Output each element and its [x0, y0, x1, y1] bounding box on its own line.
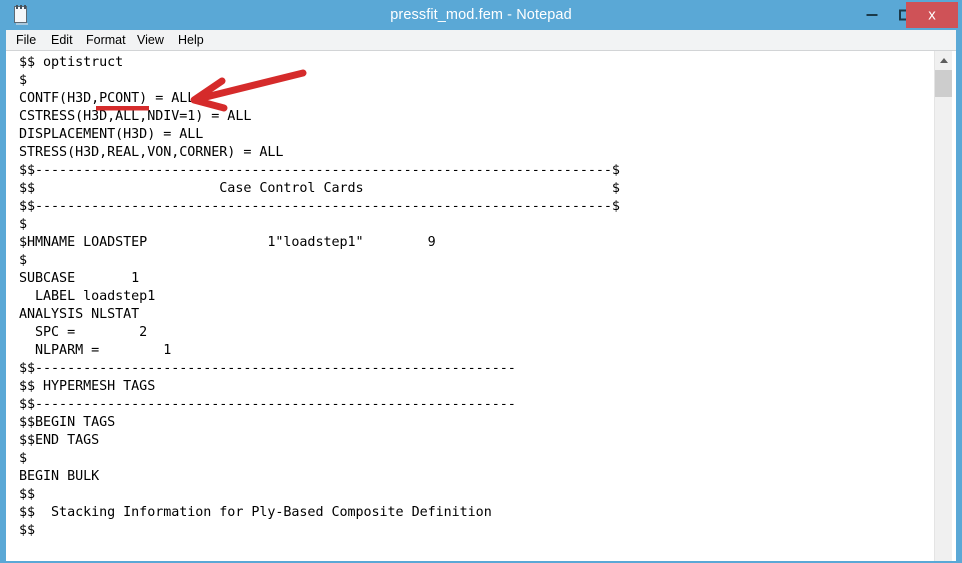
window-title: pressfit_mod.fem - Notepad [390, 7, 572, 23]
title-bar: pressfit_mod.fem - Notepad x [0, 0, 962, 30]
close-button[interactable]: x [906, 2, 958, 28]
menu-item-view[interactable]: View [137, 32, 164, 49]
menu-item-file[interactable]: File [16, 32, 36, 49]
menu-bar: File Edit Format View Help [6, 30, 956, 51]
menu-item-help[interactable]: Help [178, 32, 204, 49]
text-editor-area[interactable]: $$ optistruct $ CONTF(H3D,PCONT) = ALL C… [6, 51, 934, 561]
minimize-icon [866, 13, 877, 16]
chevron-up-icon [939, 58, 948, 63]
scroll-up-arrow-button[interactable] [935, 51, 952, 69]
notepad-window: pressfit_mod.fem - Notepad x File Edit F… [0, 0, 962, 563]
menu-item-edit[interactable]: Edit [51, 32, 73, 49]
minimize-button[interactable] [855, 0, 888, 29]
menu-item-format[interactable]: Format [86, 32, 126, 49]
scrollbar-thumb[interactable] [935, 70, 952, 97]
close-icon: x [928, 6, 936, 24]
vertical-scrollbar[interactable] [934, 51, 952, 561]
client-area: $$ optistruct $ CONTF(H3D,PCONT) = ALL C… [6, 51, 956, 561]
document-text[interactable]: $$ optistruct $ CONTF(H3D,PCONT) = ALL C… [19, 54, 620, 540]
